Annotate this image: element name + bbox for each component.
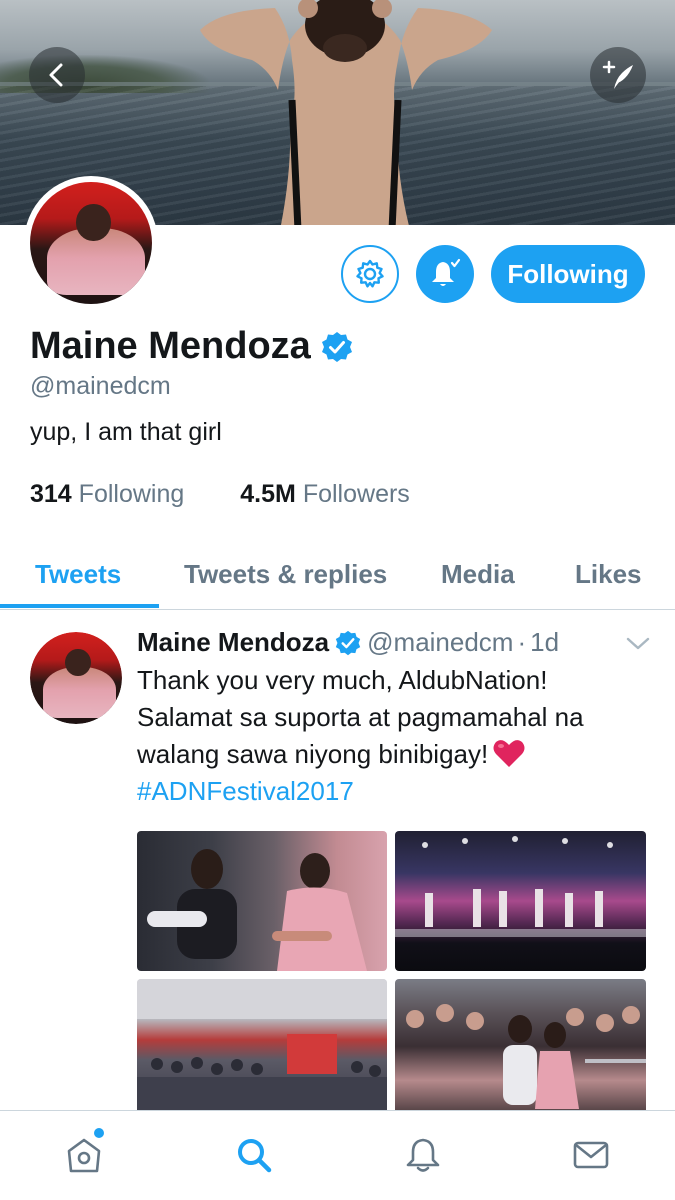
display-name: Maine Mendoza bbox=[30, 325, 353, 368]
tweet-author-handle[interactable]: @mainedcm bbox=[367, 627, 513, 658]
verified-badge-icon bbox=[335, 630, 361, 655]
following-button[interactable]: Following bbox=[491, 245, 645, 303]
tweet-avatar-image bbox=[30, 632, 122, 724]
tweet-media-3[interactable] bbox=[137, 979, 387, 1114]
following-label: Following bbox=[78, 480, 185, 508]
chevron-down-icon[interactable] bbox=[624, 634, 652, 654]
bottom-navigation bbox=[0, 1110, 675, 1200]
tweet-text-line: Salamat sa suporta at pagmamahal na bbox=[137, 702, 584, 732]
tab-tweets-replies[interactable]: Tweets & replies bbox=[184, 540, 387, 608]
followers-label: Followers bbox=[302, 480, 410, 508]
home-notification-badge bbox=[94, 1128, 104, 1138]
tweet-media-4[interactable] bbox=[395, 979, 646, 1114]
tweet-header: Maine Mendoza @mainedcm · 1d bbox=[137, 627, 559, 658]
tweet-separator: · bbox=[517, 627, 527, 657]
mail-icon bbox=[573, 1141, 609, 1169]
profile-stats: 314 Following 4.5M Followers bbox=[30, 480, 466, 509]
compose-tweet-icon bbox=[602, 60, 633, 89]
home-icon bbox=[67, 1138, 101, 1173]
verified-badge-icon bbox=[321, 331, 352, 362]
following-count: 314 bbox=[30, 480, 72, 508]
tweet-text-line: walang sawa niyong binibigay! bbox=[137, 736, 657, 773]
notifications-toggle-button[interactable] bbox=[416, 245, 474, 303]
tweet-author-name[interactable]: Maine Mendoza bbox=[137, 627, 329, 658]
nav-search-button[interactable] bbox=[232, 1133, 276, 1177]
compose-tweet-button[interactable] bbox=[590, 47, 646, 103]
photo-people-icon bbox=[147, 849, 367, 971]
profile-handle: @mainedcm bbox=[30, 372, 171, 400]
tweet-media-1[interactable] bbox=[137, 831, 387, 971]
tweet-text: Thank you very much, AldubNation! Salama… bbox=[137, 662, 657, 773]
profile-avatar[interactable] bbox=[24, 176, 158, 310]
search-icon bbox=[238, 1139, 272, 1173]
heart-emoji-icon bbox=[493, 740, 525, 767]
active-tab-indicator bbox=[0, 604, 159, 608]
photo-fans-icon bbox=[406, 1004, 646, 1109]
photo-stage-icon bbox=[395, 836, 646, 937]
photo-crowd-icon bbox=[137, 979, 387, 1114]
display-name-text: Maine Mendoza bbox=[30, 325, 311, 367]
profile-settings-button[interactable] bbox=[341, 245, 399, 303]
chevron-left-icon bbox=[49, 63, 63, 87]
tweet-text-line-content: walang sawa niyong binibigay! bbox=[137, 739, 489, 769]
tab-tweets[interactable]: Tweets bbox=[35, 540, 121, 608]
avatar-image bbox=[30, 182, 152, 304]
profile-bio: yup, I am that girl bbox=[30, 418, 222, 446]
tweet-media-2[interactable] bbox=[395, 831, 646, 971]
tweet-hashtag-link[interactable]: #ADNFestival2017 bbox=[137, 776, 354, 807]
followers-stat[interactable]: 4.5M Followers bbox=[240, 480, 410, 509]
tweet-text-line: Thank you very much, AldubNation! bbox=[137, 665, 548, 695]
nav-notifications-button[interactable] bbox=[401, 1133, 445, 1177]
gear-icon bbox=[356, 259, 384, 288]
nav-messages-button[interactable] bbox=[569, 1133, 613, 1177]
profile-tabs: Tweets Tweets & replies Media Likes bbox=[0, 540, 675, 610]
tab-media[interactable]: Media bbox=[441, 540, 515, 608]
tab-likes[interactable]: Likes bbox=[575, 540, 642, 608]
tweet-timestamp: 1d bbox=[530, 627, 560, 657]
tweet-avatar[interactable] bbox=[30, 632, 122, 724]
back-button[interactable] bbox=[29, 47, 85, 103]
following-stat[interactable]: 314 Following bbox=[30, 480, 184, 509]
banner-figure bbox=[200, 0, 492, 225]
nav-home-button[interactable] bbox=[62, 1133, 106, 1177]
bell-check-icon bbox=[432, 258, 461, 286]
followers-count: 4.5M bbox=[240, 480, 296, 508]
bell-icon bbox=[406, 1138, 440, 1172]
